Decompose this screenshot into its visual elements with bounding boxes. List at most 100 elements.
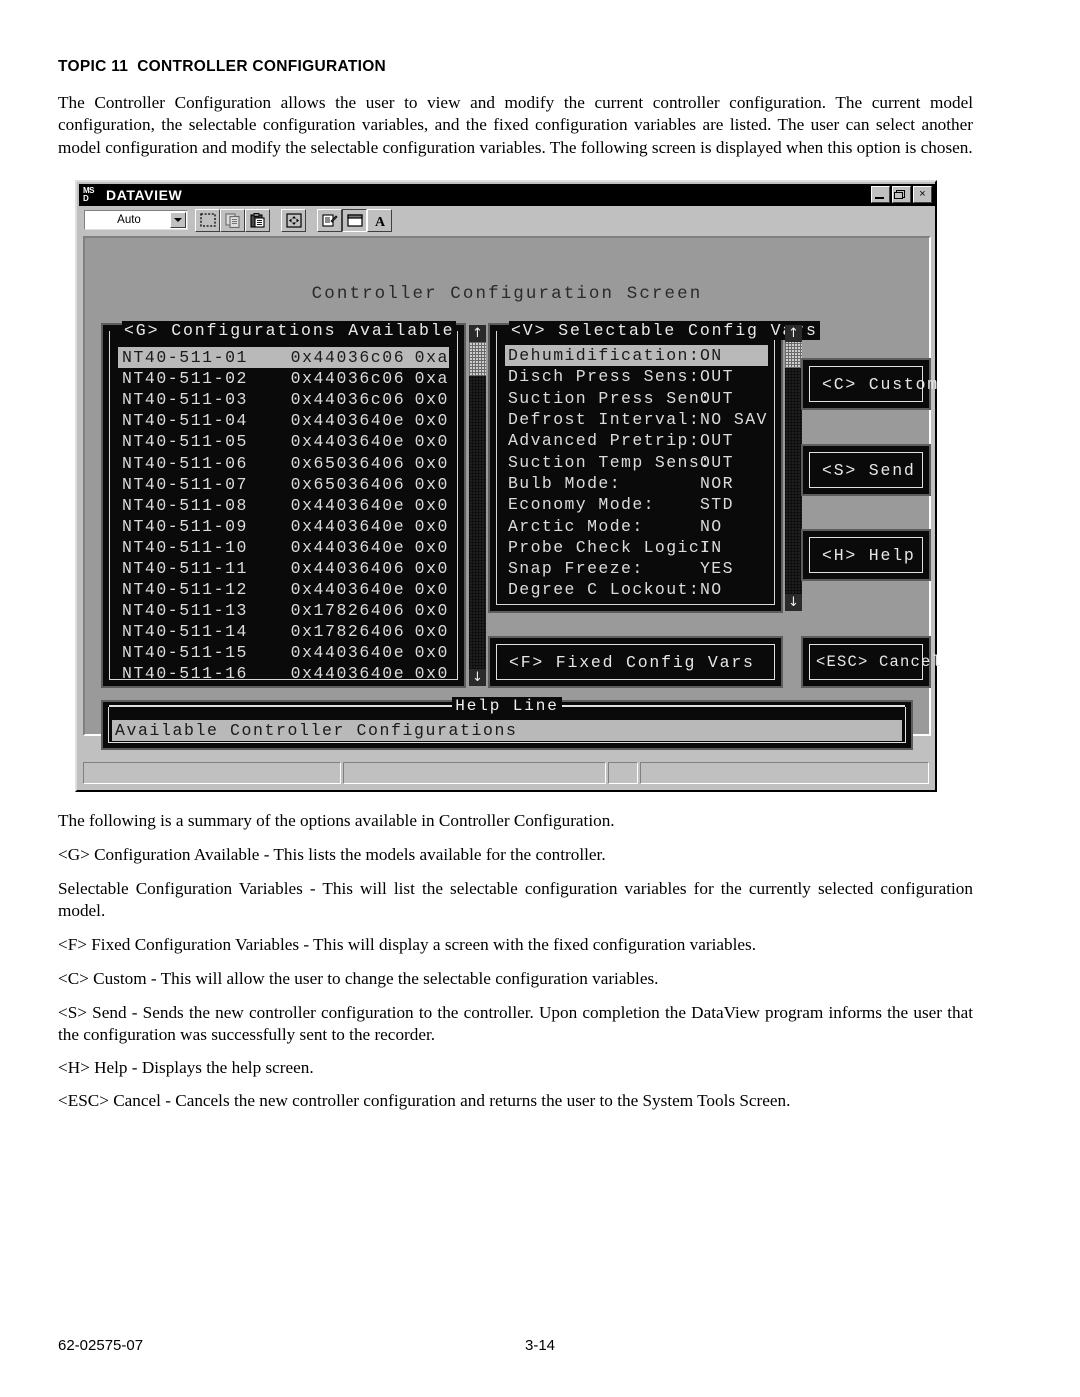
configuration-model: NT40-511-03 [122, 390, 248, 410]
config-var-row[interactable]: Arctic Mode: NO [505, 515, 768, 536]
configuration-row[interactable]: NT40-511-01 0x44036c06 0xa [118, 347, 449, 369]
configuration-address: 0x17826406 [290, 622, 406, 642]
configuration-row[interactable]: NT40-511-03 0x44036c06 0x0 [118, 389, 449, 410]
option-paragraph-s: <S> Send - Sends the new controller conf… [58, 1003, 973, 1045]
help-button[interactable]: <H> Help [801, 529, 931, 581]
configuration-flag: 0x0 [414, 411, 449, 431]
configuration-address: 0x4403640e [290, 495, 406, 515]
scroll-down-arrow-icon[interactable]: ↓ [469, 669, 486, 686]
config-var-row[interactable]: Disch Press Sens: OUT [505, 366, 768, 387]
send-button[interactable]: <S> Send [801, 444, 931, 496]
help-line-legend: Help Line [109, 697, 906, 715]
vars-scroll-down-arrow-icon[interactable]: ↓ [785, 594, 802, 611]
configurations-available-frame: <G> Configurations Available NT40-511-01… [109, 320, 458, 683]
status-pane-2 [343, 762, 606, 784]
configuration-row[interactable]: NT40-511-09 0x4403640e 0x0 [118, 516, 449, 537]
config-var-name: Suction Press Sen: [508, 388, 712, 408]
config-var-row[interactable]: Snap Freeze: YES [505, 558, 768, 579]
help-line-frame: Help Line Available Controller Configura… [108, 697, 906, 743]
configuration-model: NT40-511-15 [122, 643, 248, 663]
config-vars-scrollbar-thumb[interactable] [785, 342, 802, 368]
configuration-row[interactable]: NT40-511-16 0x4403640e 0x0 [118, 663, 449, 684]
configuration-model: NT40-511-08 [122, 495, 248, 515]
config-vars-scrollbar-track[interactable] [785, 342, 802, 594]
configurations-available-legend-text: <G> Configurations Available [122, 320, 457, 340]
configuration-row[interactable]: NT40-511-13 0x17826406 0x0 [118, 600, 449, 621]
configuration-row[interactable]: NT40-511-07 0x65036406 0x0 [118, 474, 449, 495]
paste-button[interactable] [245, 208, 270, 232]
configuration-flag: 0x0 [414, 558, 449, 578]
custom-button[interactable]: <C> Custom [801, 358, 937, 410]
configuration-flag: 0x0 [414, 664, 449, 684]
config-var-row[interactable]: Defrost Interval: NO SAV [505, 409, 768, 430]
configuration-row[interactable]: NT40-511-12 0x4403640e 0x0 [118, 579, 449, 600]
config-var-row[interactable]: Probe Check Logic: IN [505, 537, 768, 558]
config-var-row[interactable]: Economy Mode: STD [505, 494, 768, 515]
configurations-scrollbar-track[interactable] [469, 342, 486, 669]
svg-text:A: A [374, 215, 385, 228]
configuration-model: NT40-511-11 [122, 558, 248, 578]
toolbar-group-edit [195, 208, 270, 232]
configuration-row[interactable]: NT40-511-08 0x4403640e 0x0 [118, 495, 449, 516]
config-var-row[interactable]: Dehumidification: ON [505, 345, 768, 367]
font-size-combobox[interactable]: Auto [84, 210, 188, 230]
scroll-up-arrow-icon[interactable]: ↑ [469, 325, 486, 342]
custom-button-label: <C> Custom [822, 374, 940, 394]
configuration-row[interactable]: NT40-511-14 0x17826406 0x0 [118, 621, 449, 642]
mark-button[interactable] [195, 208, 220, 232]
cancel-button[interactable]: <ESC> Cancel [801, 636, 941, 688]
copy-button[interactable] [220, 208, 245, 232]
configuration-row[interactable]: NT40-511-02 0x44036c06 0xa [118, 368, 449, 389]
help-button-label: <H> Help [822, 545, 916, 565]
status-pane-4 [640, 762, 929, 784]
restore-button[interactable] [892, 186, 911, 203]
option-paragraph-g: <G> Configuration Available - This lists… [58, 845, 606, 864]
config-var-row[interactable]: Degree C Lockout: NO [505, 579, 768, 600]
screen-title: Controller Configuration Screen [311, 284, 703, 304]
configuration-flag: 0xa [414, 348, 449, 368]
close-button[interactable]: × [913, 186, 932, 203]
dos-console-screen: Controller Configuration Screen <G> Conf… [83, 236, 941, 750]
config-var-row[interactable]: Suction Temp Sens: OUT [505, 451, 768, 472]
selectable-config-vars-list[interactable]: Dehumidification: ON Disch Press Sens: OUT S… [505, 345, 768, 600]
configuration-row[interactable]: NT40-511-04 0x4403640e 0x0 [118, 410, 449, 431]
configuration-flag: 0x0 [414, 495, 449, 515]
configuration-row[interactable]: NT40-511-05 0x4403640e 0x0 [118, 431, 449, 452]
config-var-value: OUT [700, 452, 734, 472]
configuration-row[interactable]: NT40-511-11 0x44036406 0x0 [118, 558, 449, 579]
configuration-address: 0x4403640e [290, 537, 406, 557]
toolbar-group-settings: A [317, 208, 392, 232]
configuration-row[interactable]: NT40-511-06 0x65036406 0x0 [118, 452, 449, 473]
configuration-flag: 0x0 [414, 537, 449, 557]
properties-button[interactable] [317, 208, 342, 232]
config-var-name: Suction Temp Sens: [508, 452, 712, 472]
configurations-list[interactable]: NT40-511-01 0x44036c06 0xa NT40-511-02 0x440… [118, 347, 449, 683]
configurations-scrollbar-thumb[interactable] [469, 342, 486, 376]
fixed-config-vars-button[interactable]: <F> Fixed Config Vars [488, 636, 783, 688]
config-var-row[interactable]: Bulb Mode: NOR [505, 473, 768, 494]
background-button[interactable] [342, 208, 367, 232]
full-screen-button[interactable] [281, 208, 306, 232]
configuration-row[interactable]: NT40-511-15 0x4403640e 0x0 [118, 642, 449, 663]
config-var-value: IN [700, 537, 723, 557]
vars-scroll-up-arrow-icon[interactable]: ↑ [785, 325, 802, 342]
help-line-legend-text: Help Line [452, 697, 562, 715]
config-var-value: OUT [700, 388, 734, 408]
configuration-flag: 0x0 [414, 601, 449, 621]
option-paragraph-f: <F> Fixed Configuration Variables - This… [58, 935, 756, 954]
topic-number: TOPIC 11 [58, 58, 129, 75]
chevron-down-icon[interactable] [170, 212, 186, 228]
configurations-available-panel: <G> Configurations Available NT40-511-01… [101, 320, 486, 688]
config-var-row[interactable]: Suction Press Sen: OUT [505, 388, 768, 409]
config-var-row[interactable]: Advanced Pretrip: OUT [505, 430, 768, 451]
configuration-row[interactable]: NT40-511-10 0x4403640e 0x0 [118, 537, 449, 558]
minimize-button[interactable] [871, 186, 890, 203]
config-var-name: Defrost Interval: [508, 410, 701, 430]
config-var-name: Arctic Mode: [508, 516, 644, 536]
config-vars-scrollbar[interactable]: ↑ ↓ [785, 325, 802, 611]
configurations-scrollbar[interactable]: ↑ ↓ [469, 325, 486, 686]
footer-page-number: 3-14 [524, 1337, 556, 1354]
font-button[interactable]: A [367, 208, 392, 232]
config-var-name: Economy Mode: [508, 495, 655, 515]
config-var-value: YES [700, 559, 734, 579]
